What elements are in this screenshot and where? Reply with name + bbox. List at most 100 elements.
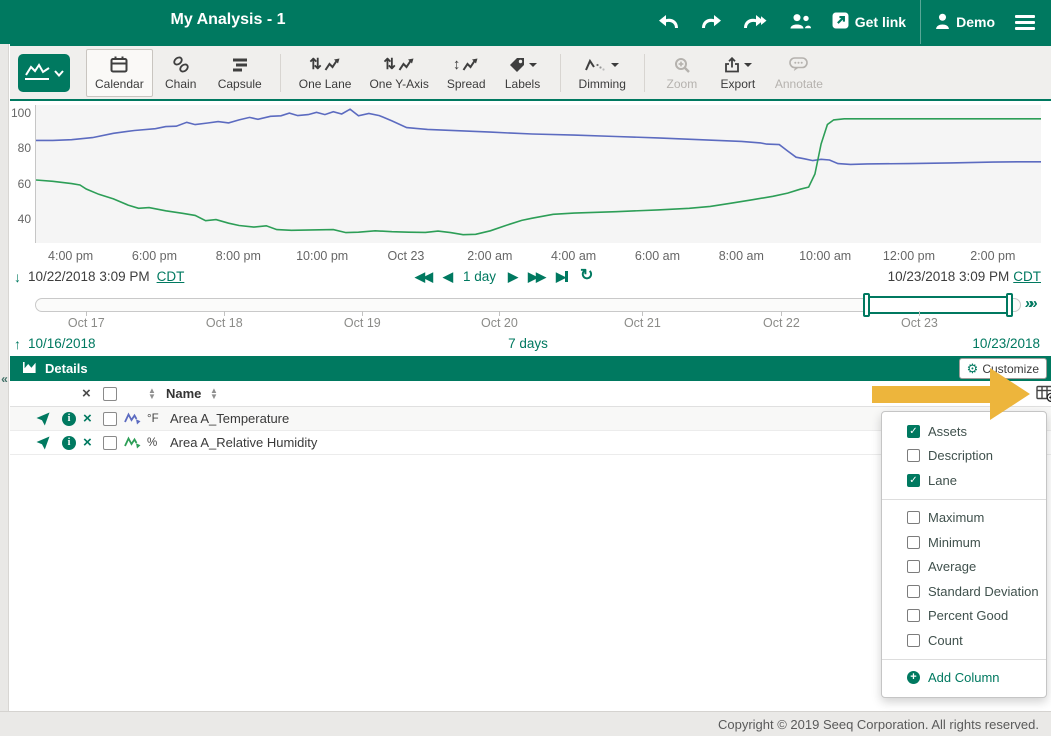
- checkbox[interactable]: ✓: [907, 425, 920, 438]
- series-area-a-temperature[interactable]: [36, 109, 1041, 164]
- one-y-axis-icon: ⇅: [383, 56, 415, 74]
- row-checkbox[interactable]: [103, 407, 117, 430]
- dropdown-item-average[interactable]: Average: [882, 555, 1046, 580]
- get-link-button[interactable]: Get link: [822, 0, 916, 44]
- remove-all-signals-icon[interactable]: ×: [82, 381, 91, 406]
- toolbar-chain-button[interactable]: Chain: [153, 49, 209, 97]
- main-menu-button[interactable]: [1005, 0, 1045, 44]
- dropdown-item-percent-good[interactable]: Percent Good: [882, 604, 1046, 629]
- range-end-timezone-link[interactable]: CDT: [1013, 269, 1041, 284]
- remove-signal-icon[interactable]: ×: [83, 431, 92, 454]
- redo-all-button[interactable]: [732, 0, 778, 44]
- toolbar-export-button[interactable]: Export: [710, 49, 766, 97]
- calendar-icon: [110, 56, 128, 74]
- dropdown-item-label: Standard Deviation: [928, 584, 1039, 599]
- refresh-icon[interactable]: ↻: [580, 268, 593, 284]
- checkbox[interactable]: ✓: [907, 474, 920, 487]
- checkbox[interactable]: [907, 585, 920, 598]
- range-end-datetime[interactable]: 10/23/2018 3:09 PM: [888, 269, 1010, 284]
- autoscale-icon[interactable]: [36, 431, 50, 454]
- checkbox[interactable]: [907, 560, 920, 573]
- toolbar-dimming-button[interactable]: Dimming: [570, 49, 635, 97]
- dropdown-item-minimum[interactable]: Minimum: [882, 530, 1046, 555]
- signal-name[interactable]: Area A_Temperature: [170, 407, 289, 430]
- autoscale-icon[interactable]: [36, 407, 50, 430]
- dropdown-item-label: Count: [928, 633, 963, 648]
- range-start-datetime[interactable]: 10/22/2018 3:09 PM: [28, 269, 150, 284]
- toolbar-capsule-button[interactable]: Capsule: [209, 49, 271, 97]
- collaborate-button[interactable]: [778, 0, 822, 44]
- timeline-selection-region[interactable]: [866, 296, 1010, 314]
- toolbar-zoom-button[interactable]: Zoom: [654, 49, 710, 97]
- trend-chart-plot[interactable]: [35, 105, 1041, 243]
- info-icon[interactable]: i: [62, 407, 76, 430]
- toolbar-spread-button[interactable]: ↕ Spread: [438, 49, 495, 97]
- toolbar-calendar-label: Calendar: [95, 78, 144, 90]
- step-back-icon[interactable]: ◀: [443, 270, 451, 283]
- toolbar-one-y-axis-button[interactable]: ⇅ One Y-Axis: [360, 49, 437, 97]
- info-icon[interactable]: i: [62, 431, 76, 454]
- callout-arrow: [872, 386, 991, 403]
- dropdown-item-lane[interactable]: ✓ Lane: [882, 468, 1046, 493]
- dropdown-item-maximum[interactable]: Maximum: [882, 506, 1046, 531]
- select-all-checkbox[interactable]: [103, 381, 117, 406]
- range-start-timezone-link[interactable]: CDT: [157, 269, 185, 284]
- step-to-end-icon[interactable]: ▶: [556, 270, 568, 283]
- redo-button[interactable]: [690, 0, 732, 44]
- checkbox[interactable]: [907, 511, 920, 524]
- toolbar-annotate-button[interactable]: Annotate: [766, 49, 832, 97]
- timeline-day-label: Oct 22: [763, 316, 800, 330]
- copyright-text: Copyright © 2019 Seeq Corporation. All r…: [718, 717, 1039, 732]
- details-panel-title: Details: [45, 361, 88, 376]
- range-step-controls: ◀◀ ◀ 1 day ▶ ▶▶ ▶ ↻: [415, 268, 593, 284]
- toolbar-annotate-label: Annotate: [775, 78, 823, 90]
- dropdown-item-assets[interactable]: ✓ Assets: [882, 419, 1046, 444]
- investigate-duration-label[interactable]: 7 days: [508, 336, 548, 351]
- toolbar-export-label: Export: [721, 78, 756, 90]
- zoom-icon: [674, 56, 690, 74]
- toolbar-labels-button[interactable]: Labels: [495, 49, 551, 97]
- gears-icon: ⚙: [967, 361, 979, 377]
- spread-icon: ↕: [453, 56, 480, 74]
- undo-button[interactable]: [648, 0, 690, 44]
- dropdown-item-label: Maximum: [928, 510, 984, 525]
- step-back-much-icon[interactable]: ◀◀: [415, 270, 431, 283]
- step-duration-label[interactable]: 1 day: [463, 269, 496, 284]
- add-column-menu-item[interactable]: + Add Column: [882, 666, 1046, 691]
- toolbar-one-lane-button[interactable]: ⇅ One Lane: [290, 49, 361, 97]
- y-axis-tick-label: 100: [4, 106, 31, 120]
- one-lane-icon: ⇅: [309, 56, 341, 74]
- signal-name[interactable]: Area A_Relative Humidity: [170, 431, 317, 454]
- remove-signal-icon[interactable]: ×: [83, 407, 92, 430]
- dropdown-item-description[interactable]: Description: [882, 444, 1046, 469]
- investigate-start-date: 10/16/2018: [28, 336, 96, 351]
- investigate-end-date: 10/23/2018: [972, 336, 1040, 351]
- timeline-jump-to-now-icon[interactable]: »»: [1024, 295, 1035, 312]
- step-forward-much-icon[interactable]: ▶▶: [528, 270, 544, 283]
- toolbar-calendar-button[interactable]: Calendar: [86, 49, 153, 97]
- signal-type-icon: [124, 431, 141, 454]
- checkbox[interactable]: [907, 449, 920, 462]
- sort-icon[interactable]: ▲▼: [148, 381, 156, 406]
- checkbox[interactable]: [907, 536, 920, 549]
- user-menu-button[interactable]: Demo: [925, 0, 1005, 44]
- view-selector-button[interactable]: [18, 54, 70, 92]
- step-forward-icon[interactable]: ▶: [508, 270, 516, 283]
- header-tools: Get link Demo: [648, 0, 1045, 44]
- dropdown-item-standard-deviation[interactable]: Standard Deviation: [882, 579, 1046, 604]
- header: My Analysis - 1 Get link Demo: [0, 0, 1051, 44]
- trend-chart-svg: [36, 105, 1041, 243]
- dropdown-item-count[interactable]: Count: [882, 628, 1046, 653]
- investigate-start-arrow-icon: ↑: [14, 337, 21, 351]
- checkbox[interactable]: [907, 634, 920, 647]
- timeline-selection-right-handle[interactable]: [1006, 293, 1013, 317]
- sort-icon[interactable]: ▲▼: [210, 381, 218, 406]
- row-checkbox[interactable]: [103, 431, 117, 454]
- x-axis-tick-label: 12:00 pm: [883, 249, 935, 263]
- add-column-icon[interactable]: [1036, 381, 1051, 406]
- user-icon: [935, 13, 950, 32]
- checkbox[interactable]: [907, 609, 920, 622]
- timeline-selection-left-handle[interactable]: [863, 293, 870, 317]
- dropdown-item-label: Description: [928, 448, 993, 463]
- series-area-a-relative-humidity[interactable]: [36, 119, 1041, 235]
